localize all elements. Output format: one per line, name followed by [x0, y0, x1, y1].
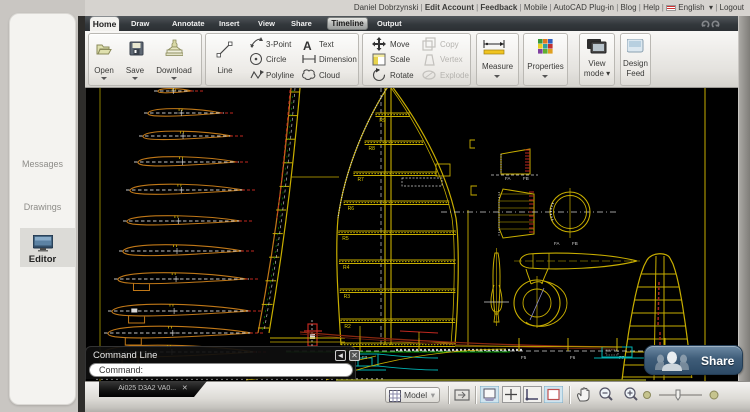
svg-text:R8: R8: [369, 146, 376, 152]
svg-text:R7: R7: [357, 177, 364, 183]
svg-text:R2: R2: [344, 324, 351, 330]
svg-text:FB: FB: [572, 241, 578, 246]
svg-text:R9: R9: [379, 118, 386, 124]
svg-text:R5: R5: [342, 236, 349, 242]
svg-text:F6: F6: [570, 355, 576, 360]
svg-text:R3: R3: [344, 294, 351, 300]
svg-text:FB: FB: [523, 176, 529, 181]
svg-text:R4: R4: [343, 265, 350, 271]
svg-text:FA: FA: [505, 176, 511, 181]
svg-text:R6: R6: [348, 206, 355, 212]
svg-text:FA: FA: [554, 241, 560, 246]
svg-text:F5: F5: [521, 355, 527, 360]
